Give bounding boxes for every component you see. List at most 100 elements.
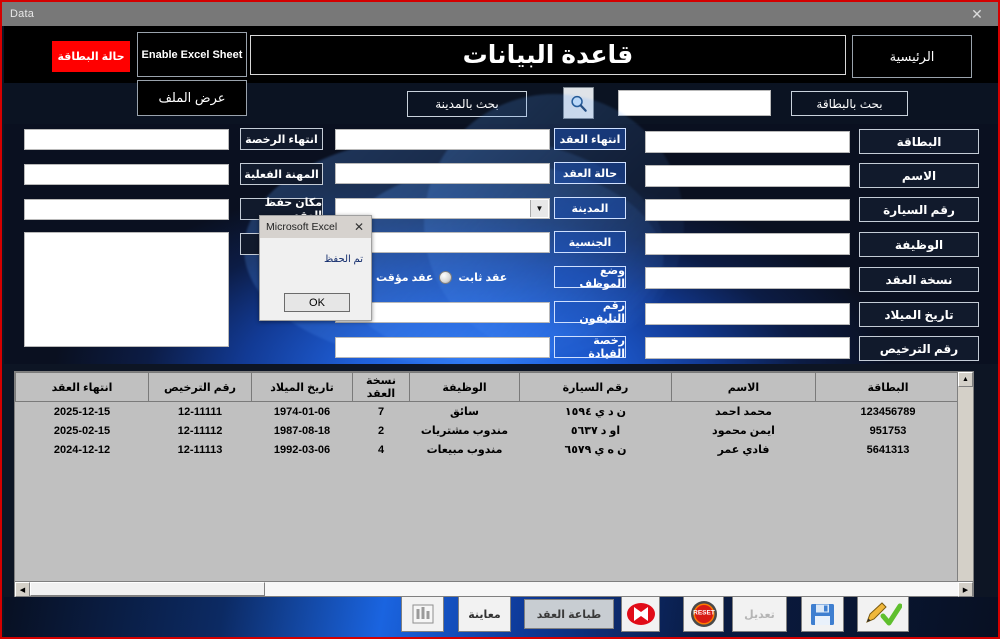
label-contract-end: انتهاء العقد bbox=[554, 128, 626, 150]
radio-permanent[interactable] bbox=[439, 270, 453, 284]
reset-button[interactable]: RESET bbox=[683, 596, 724, 632]
application-window: Data ✕ حالة البطاقة Enable Excel Sheet ع… bbox=[0, 0, 1000, 639]
print-contract-button[interactable]: طباعة العقد bbox=[524, 599, 614, 629]
label-nationality-text: الجنسية bbox=[568, 236, 612, 249]
cell: ن ه ي ٦٥٧٩ bbox=[519, 440, 672, 459]
label-card-number-text: البطاقة bbox=[896, 134, 942, 149]
input-actual-profession[interactable] bbox=[24, 164, 229, 185]
home-label: الرئيسية bbox=[889, 48, 935, 64]
preview-label: معاينة bbox=[468, 608, 501, 621]
label-actual-profession: المهنة الفعلية bbox=[240, 163, 323, 185]
edit-button[interactable]: تعديل bbox=[732, 596, 787, 632]
report-button[interactable] bbox=[401, 596, 444, 632]
label-name: الاسم bbox=[859, 163, 979, 188]
save-button[interactable] bbox=[801, 596, 844, 632]
data-grid-table: انتهاء العقد رقم الترخيص تاريخ الميلاد ن… bbox=[15, 372, 961, 459]
label-phone-number-text: رقم التليفون bbox=[579, 300, 625, 325]
label-contract-end-text: انتهاء العقد bbox=[559, 133, 621, 146]
input-contract-location[interactable] bbox=[24, 199, 229, 220]
label-actual-profession-text: المهنة الفعلية bbox=[244, 168, 319, 181]
chevron-right-icon[interactable]: ▶ bbox=[958, 582, 973, 597]
column-header[interactable]: نسخة العقد bbox=[352, 372, 410, 402]
cell: 2 bbox=[352, 421, 410, 440]
radio-permanent-label: عقد ثابت bbox=[458, 271, 508, 284]
label-license-expiry-text: انتهاء الرخصة bbox=[245, 133, 318, 146]
dialog-title: Microsoft Excel bbox=[266, 221, 338, 233]
cell: محمد احمد bbox=[671, 401, 816, 421]
data-grid-header-row: انتهاء العقد رقم الترخيص تاريخ الميلاد ن… bbox=[15, 372, 961, 402]
grid-horizontal-scrollbar[interactable]: ◀ ▶ bbox=[14, 581, 974, 597]
close-icon[interactable]: ✕ bbox=[351, 220, 367, 234]
page-title-label: قاعدة البيانات bbox=[462, 41, 634, 69]
label-name-text: الاسم bbox=[901, 168, 937, 183]
chevron-down-icon[interactable]: ▼ bbox=[530, 200, 548, 217]
label-driving-license: رخصة القيادة bbox=[554, 335, 626, 360]
cell: مندوب مشتريات bbox=[409, 421, 520, 440]
label-contract-status-text: حالة العقد bbox=[562, 167, 618, 180]
employee-status-radio-group[interactable]: عقد ثابت عقد مؤقت bbox=[357, 267, 552, 287]
input-driving-license[interactable] bbox=[335, 337, 550, 358]
label-job-text: الوظيفة bbox=[894, 237, 944, 252]
label-birth-date: تاريخ الميلاد bbox=[859, 302, 979, 327]
home-button[interactable]: الرئيسية bbox=[852, 35, 972, 78]
cell: فادي عمر bbox=[671, 440, 816, 459]
label-license-number-text: رقم الترخيص bbox=[879, 341, 959, 356]
cell: او د ٥٦٣٧ bbox=[519, 421, 672, 440]
grid-vertical-scrollbar[interactable]: ▲ bbox=[957, 372, 973, 595]
label-card-number: البطاقة bbox=[859, 129, 979, 154]
floppy-save-icon bbox=[811, 603, 834, 625]
chevron-left-icon[interactable]: ◀ bbox=[15, 582, 30, 597]
dialog-titlebar: Microsoft Excel ✕ bbox=[260, 216, 371, 238]
delete-button[interactable] bbox=[621, 596, 660, 632]
cell: 5641313 bbox=[815, 440, 961, 459]
close-icon[interactable]: ✕ bbox=[956, 2, 998, 26]
input-license-expiry[interactable] bbox=[24, 129, 229, 150]
card-status-button[interactable]: حالة البطاقة bbox=[52, 41, 130, 72]
print-contract-label: طباعة العقد bbox=[536, 608, 602, 621]
cell: 12-11112 bbox=[148, 421, 252, 440]
reset-icon: RESET bbox=[690, 601, 717, 627]
pencil-check-icon bbox=[866, 602, 902, 626]
cell: 951753 bbox=[815, 421, 961, 440]
label-contract-copy: نسخة العقد bbox=[859, 267, 979, 292]
input-job[interactable] bbox=[645, 233, 850, 255]
cell: 2025-12-15 bbox=[15, 401, 149, 421]
column-header[interactable]: رقم السيارة bbox=[519, 372, 672, 402]
hscroll-track[interactable] bbox=[30, 582, 958, 596]
show-file-button[interactable]: عرض الملف bbox=[137, 80, 247, 116]
search-by-city-label: بحث بالمدينة bbox=[435, 97, 499, 111]
column-header[interactable]: البطاقة bbox=[815, 372, 961, 402]
enable-excel-sheet-button[interactable]: Enable Excel Sheet bbox=[137, 32, 247, 77]
column-header[interactable]: الوظيفة bbox=[409, 372, 520, 402]
table-row[interactable]: 2024-12-12 12-11113 1992-03-06 4 مندوب م… bbox=[15, 440, 961, 459]
search-input[interactable] bbox=[618, 90, 771, 116]
hscroll-thumb[interactable] bbox=[30, 582, 265, 596]
preview-button[interactable]: معاينة bbox=[458, 596, 511, 632]
input-license-number[interactable] bbox=[645, 337, 850, 359]
input-card-number[interactable] bbox=[645, 131, 850, 153]
input-birth-date[interactable] bbox=[645, 303, 850, 325]
dialog-ok-button[interactable]: OK bbox=[284, 293, 350, 312]
input-contract-status[interactable] bbox=[335, 163, 550, 184]
label-city-text: المدينة bbox=[571, 202, 609, 215]
input-contract-end[interactable] bbox=[335, 129, 550, 150]
cell: ن د ي ١٥٩٤ bbox=[519, 401, 672, 421]
notes-textarea[interactable] bbox=[24, 232, 229, 347]
column-header[interactable]: الاسم bbox=[671, 372, 816, 402]
column-header[interactable]: رقم الترخيص bbox=[148, 372, 252, 402]
table-row[interactable]: 2025-12-15 12-11111 1974-01-06 7 سائق ن … bbox=[15, 401, 961, 421]
column-header[interactable]: تاريخ الميلاد bbox=[251, 372, 353, 402]
label-nationality: الجنسية bbox=[554, 231, 626, 253]
table-row[interactable]: 2025-02-15 12-11112 1987-08-18 2 مندوب م… bbox=[15, 421, 961, 440]
radio-temporary-label: عقد مؤقت bbox=[376, 271, 434, 284]
input-name[interactable] bbox=[645, 165, 850, 187]
input-contract-copy[interactable] bbox=[645, 267, 850, 289]
label-contract-copy-text: نسخة العقد bbox=[885, 272, 953, 287]
confirm-button[interactable] bbox=[857, 596, 909, 632]
cell: 1992-03-06 bbox=[251, 440, 353, 459]
cell: ايمن محمود bbox=[671, 421, 816, 440]
input-car-number[interactable] bbox=[645, 199, 850, 221]
search-by-card-button[interactable]: بحث بالبطاقة bbox=[791, 91, 908, 116]
column-header[interactable]: انتهاء العقد bbox=[15, 372, 149, 402]
chevron-up-icon[interactable]: ▲ bbox=[958, 372, 973, 387]
